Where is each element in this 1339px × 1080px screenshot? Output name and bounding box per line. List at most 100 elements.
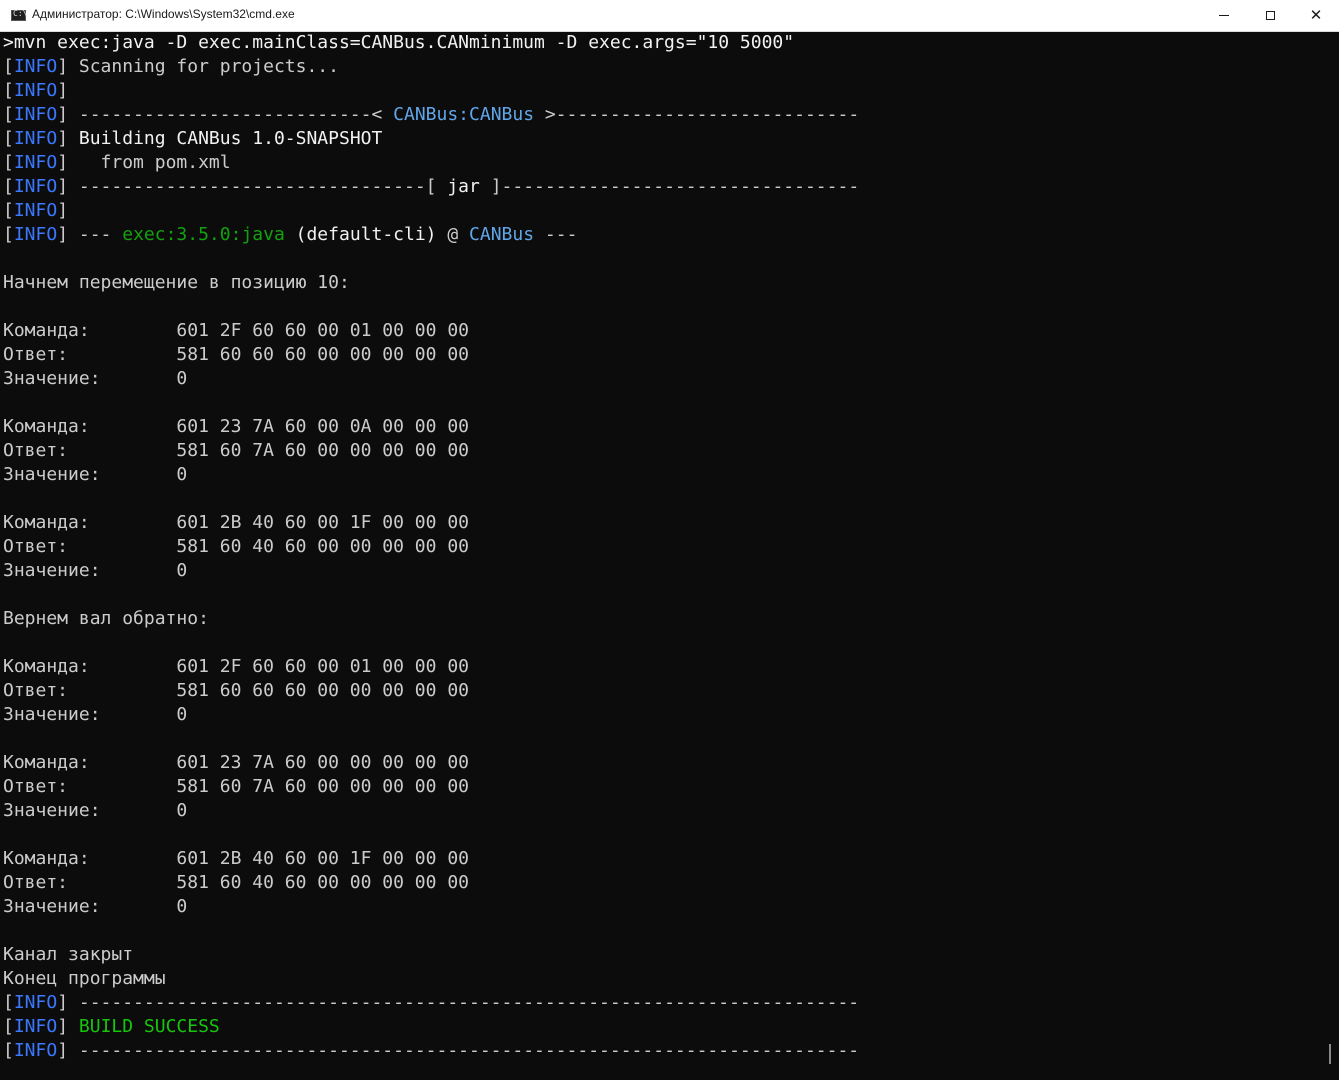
vertical-scrollbar[interactable]	[1322, 32, 1339, 1080]
console-text: [	[3, 80, 14, 101]
console-text: ] ---------------------------<	[57, 104, 394, 125]
console-text: Значение: 0	[3, 704, 188, 725]
console-text: [	[3, 1040, 14, 1061]
console-line: [INFO]	[3, 80, 1321, 104]
console-text: [	[3, 176, 14, 197]
console-text: ] --------------------------------------…	[57, 992, 860, 1013]
console-text: ] Scanning for projects...	[57, 56, 339, 77]
console-text: Конец программы	[3, 968, 166, 989]
console-text: ] from pom.xml	[57, 152, 231, 173]
console-line: Значение: 0	[3, 560, 1321, 584]
console-line: Команда: 601 2F 60 60 00 01 00 00 00	[3, 656, 1321, 680]
console-text: [	[3, 152, 14, 173]
console-line: Начнем перемещение в позицию 10:	[3, 272, 1321, 296]
console-text: Команда: 601 23 7A 60 00 00 00 00 00	[3, 752, 469, 773]
console-text: [	[3, 200, 14, 221]
console-text: @	[436, 224, 470, 245]
log-level-label: INFO	[13, 80, 58, 101]
log-level-label: INFO	[13, 152, 58, 173]
console-text: Канал закрыт	[3, 944, 134, 965]
cmd-console-icon[interactable]	[11, 9, 27, 21]
console-text: [	[3, 128, 14, 149]
console-line: [INFO] ---------------------------< CANB…	[3, 104, 1321, 128]
console-line: [INFO] ---------------------------------…	[3, 1040, 1321, 1064]
console-line: Ответ: 581 60 7A 60 00 00 00 00 00	[3, 776, 1321, 800]
console-output[interactable]: >mvn exec:java -D exec.mainClass=CANBus.…	[3, 32, 1321, 1078]
console-text: ] --------------------------------------…	[57, 1040, 860, 1061]
log-level-label: INFO	[13, 104, 58, 125]
console-line: [INFO] Scanning for projects...	[3, 56, 1321, 80]
console-line: Канал закрыт	[3, 944, 1321, 968]
log-level-label: INFO	[13, 128, 58, 149]
console-text: [	[3, 1016, 14, 1037]
console-line: [INFO] from pom.xml	[3, 152, 1321, 176]
console-text: >mvn exec:java -D exec.mainClass=CANBus.…	[3, 32, 795, 53]
minimize-button[interactable]	[1201, 0, 1247, 31]
console-text: Значение: 0	[3, 560, 188, 581]
console-text: CANBus	[469, 224, 535, 245]
console-line: Команда: 601 23 7A 60 00 0A 00 00 00	[3, 416, 1321, 440]
console-line: [INFO] --- exec:3.5.0:java (default-cli)…	[3, 224, 1321, 248]
console-text: (default-cli)	[284, 224, 437, 245]
title-bar[interactable]: Администратор: C:\Windows\System32\cmd.e…	[0, 0, 1339, 32]
console-line: Ответ: 581 60 60 60 00 00 00 00 00	[3, 344, 1321, 368]
console-text: Вернем вал обратно:	[3, 608, 209, 629]
console-text: jar	[447, 176, 480, 197]
console-text: ]	[57, 1016, 79, 1037]
log-level-label: INFO	[13, 1040, 58, 1061]
console-text: Ответ: 581 60 60 60 00 00 00 00 00	[3, 680, 469, 701]
console-text: CANBus:CANBus	[393, 104, 535, 125]
log-level-label: INFO	[13, 992, 58, 1013]
console-text: [	[3, 104, 14, 125]
console-line: [INFO] --------------------------------[…	[3, 176, 1321, 200]
console-text: ]	[57, 200, 69, 221]
console-line: Ответ: 581 60 40 60 00 00 00 00 00	[3, 536, 1321, 560]
log-level-label: INFO	[13, 224, 58, 245]
console-text: ---	[534, 224, 578, 245]
console-text: Значение: 0	[3, 896, 188, 917]
console-text: ]	[57, 128, 79, 149]
console-line: Значение: 0	[3, 800, 1321, 824]
console-text: Building CANBus 1.0-SNAPSHOT	[78, 128, 383, 149]
log-level-label: INFO	[13, 200, 58, 221]
close-button[interactable]: ✕	[1293, 0, 1339, 31]
console-text: Ответ: 581 60 40 60 00 00 00 00 00	[3, 872, 469, 893]
console-line: Значение: 0	[3, 368, 1321, 392]
maximize-button[interactable]	[1247, 0, 1293, 31]
console-line: Команда: 601 23 7A 60 00 00 00 00 00	[3, 752, 1321, 776]
console-text: ] ---	[57, 224, 123, 245]
console-text: Команда: 601 2B 40 60 00 1F 00 00 00	[3, 848, 469, 869]
console-text: Ответ: 581 60 40 60 00 00 00 00 00	[3, 536, 469, 557]
log-level-label: INFO	[13, 56, 58, 77]
console-line: Ответ: 581 60 7A 60 00 00 00 00 00	[3, 440, 1321, 464]
console-line: Команда: 601 2F 60 60 00 01 00 00 00	[3, 320, 1321, 344]
close-icon: ✕	[1309, 6, 1323, 24]
maximize-icon	[1265, 11, 1275, 20]
log-level-label: INFO	[13, 176, 58, 197]
minimize-icon	[1219, 15, 1229, 16]
console-text: Начнем перемещение в позицию 10:	[3, 272, 350, 293]
console-line: Значение: 0	[3, 464, 1321, 488]
console-text: [	[3, 992, 14, 1013]
console-text: ]	[57, 80, 69, 101]
console-line: [INFO] BUILD SUCCESS	[3, 1016, 1321, 1040]
console-line: [INFO]	[3, 200, 1321, 224]
scrollbar-thumb[interactable]	[1329, 1044, 1331, 1064]
console-text: Ответ: 581 60 7A 60 00 00 00 00 00	[3, 776, 469, 797]
console-text: Значение: 0	[3, 368, 188, 389]
console-line: >mvn exec:java -D exec.mainClass=CANBus.…	[3, 32, 1321, 56]
console-line: Конец программы	[3, 968, 1321, 992]
console-line: Ответ: 581 60 60 60 00 00 00 00 00	[3, 680, 1321, 704]
console-text: Значение: 0	[3, 464, 188, 485]
console-text: ] --------------------------------[	[57, 176, 448, 197]
console-line: Значение: 0	[3, 896, 1321, 920]
console-text: Команда: 601 23 7A 60 00 0A 00 00 00	[3, 416, 469, 437]
console-text: exec:3.5.0:java	[122, 224, 285, 245]
